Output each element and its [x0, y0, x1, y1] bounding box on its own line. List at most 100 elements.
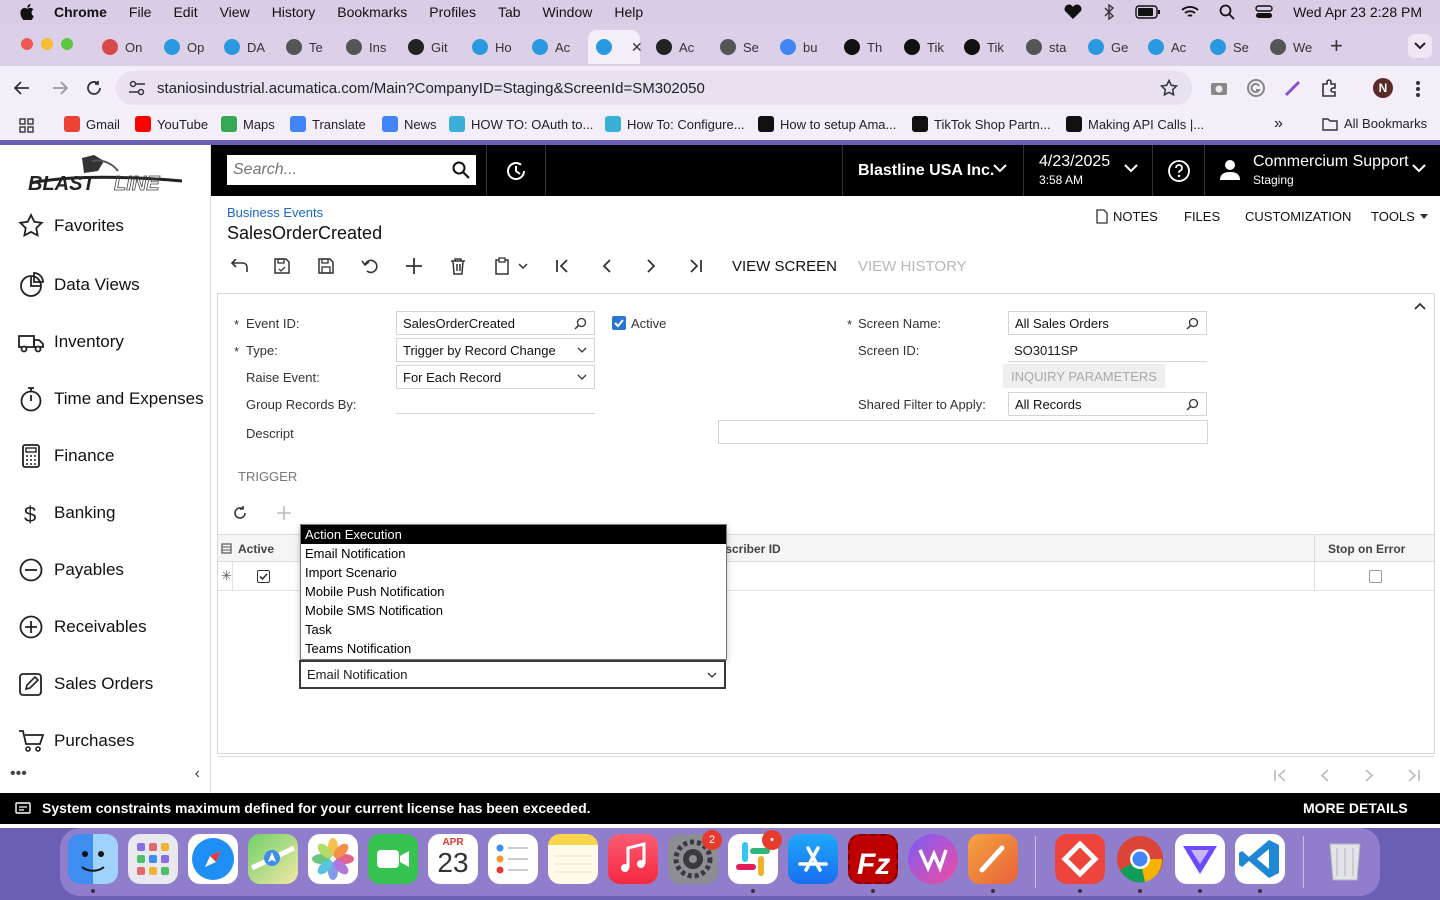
system-settings-app-icon[interactable]: 2 — [668, 830, 722, 884]
menu-edit[interactable]: Edit — [173, 4, 197, 20]
browser-tab[interactable]: DA — [216, 32, 265, 62]
menubar-clock[interactable]: Wed Apr 23 2:28 PM — [1293, 4, 1422, 20]
menu-window[interactable]: Window — [543, 4, 593, 20]
sidebar-item-inventory[interactable]: Inventory — [18, 329, 124, 355]
trash-app-icon[interactable] — [1320, 834, 1370, 884]
dd-option-mobile-push[interactable]: Mobile Push Notification — [301, 582, 726, 601]
vectornator-app-icon[interactable] — [908, 834, 958, 884]
browser-tab[interactable]: Se — [712, 32, 759, 62]
browser-tab[interactable]: Se — [1202, 32, 1249, 62]
pager-prev-icon[interactable] — [1320, 769, 1330, 782]
filezilla-app-icon[interactable]: Fz — [848, 834, 898, 884]
magnifier-icon[interactable] — [1186, 317, 1199, 330]
copy-paste-button[interactable] — [490, 254, 532, 278]
pen-extension-icon[interactable] — [1284, 79, 1302, 97]
screen-name-field[interactable]: All Sales Orders — [1008, 311, 1207, 335]
back-button[interactable] — [227, 254, 251, 278]
search-icon[interactable] — [452, 161, 470, 179]
new-tab-button[interactable]: + — [1330, 35, 1343, 57]
wifi-icon[interactable] — [1181, 5, 1199, 19]
bookmark-item[interactable]: YouTube — [135, 116, 208, 132]
facetime-app-icon[interactable] — [368, 834, 418, 884]
group-records-field[interactable] — [396, 390, 595, 414]
menu-view[interactable]: View — [220, 4, 250, 20]
magnifier-icon[interactable] — [1186, 398, 1199, 411]
photos-app-icon[interactable] — [308, 834, 358, 884]
bluetooth-icon[interactable] — [1103, 4, 1115, 20]
add-new-button[interactable] — [402, 254, 426, 278]
profile-avatar[interactable]: N — [1373, 78, 1393, 98]
search-input[interactable] — [233, 161, 443, 179]
browser-tab[interactable]: Ge — [1080, 32, 1128, 62]
puzzle-extensions-icon[interactable] — [1320, 78, 1340, 98]
apple-icon[interactable] — [18, 4, 36, 20]
menu-help[interactable]: Help — [614, 4, 643, 20]
tab-close-icon[interactable]: ✕ — [631, 39, 643, 56]
dd-option-mobile-sms[interactable]: Mobile SMS Notification — [301, 601, 726, 620]
grid-settings-icon[interactable] — [221, 543, 232, 554]
apps-grid-icon[interactable] — [19, 118, 34, 133]
browser-tab[interactable]: Te — [278, 32, 323, 62]
save-button[interactable] — [314, 254, 338, 278]
menu-tab[interactable]: Tab — [498, 4, 521, 20]
view-history-button[interactable]: VIEW HISTORY — [858, 258, 967, 275]
col-active[interactable]: Active — [238, 542, 274, 556]
tab-triggers[interactable]: TRIGGER — [238, 469, 297, 484]
company-selector[interactable]: Blastline USA Inc. — [842, 145, 1023, 196]
browser-tab[interactable]: Ho — [464, 32, 512, 62]
help-button[interactable] — [1152, 145, 1205, 196]
dd-option-action-execution[interactable]: Action Execution — [301, 525, 726, 544]
sidebar-item-data-views[interactable]: Data Views — [18, 272, 140, 298]
vscode-app-icon[interactable] — [1235, 834, 1285, 884]
all-bookmarks[interactable]: All Bookmarks — [1322, 116, 1427, 131]
menu-profiles[interactable]: Profiles — [429, 4, 476, 20]
browser-tab[interactable]: ✕ — [588, 30, 643, 64]
url-text[interactable]: staniosindustrial.acumatica.com/Main?Com… — [157, 80, 705, 97]
pager-last-icon[interactable] — [1406, 769, 1420, 782]
dd-option-task[interactable]: Task — [301, 620, 726, 639]
sidebar-item-payables[interactable]: Payables — [18, 557, 124, 583]
bookmark-item[interactable]: How To: Configure... — [605, 116, 745, 132]
site-info-icon[interactable] — [128, 80, 146, 96]
sidebar-item-finance[interactable]: Finance — [18, 443, 114, 469]
recent-history-button[interactable] — [486, 145, 546, 196]
pen-tool-app-icon[interactable] — [968, 834, 1018, 884]
subscriber-type-combobox[interactable]: Email Notification — [299, 660, 726, 689]
col-subscriber-id[interactable]: bscriber ID — [718, 542, 781, 556]
user-menu[interactable]: Commercium Support Staging — [1205, 145, 1440, 196]
reload-button[interactable] — [84, 78, 104, 98]
view-screen-button[interactable]: VIEW SCREEN — [732, 258, 837, 275]
last-record-button[interactable] — [683, 254, 707, 278]
inquiry-parameters-button[interactable]: INQUIRY PARAMETERS — [1003, 364, 1165, 388]
grammarly-extension-icon[interactable] — [1247, 79, 1265, 97]
maps-app-icon[interactable] — [248, 834, 298, 884]
safari-app-icon[interactable] — [188, 834, 238, 884]
sidebar-item-time-and-expenses[interactable]: Time and Expenses — [18, 386, 204, 412]
bookmark-star-icon[interactable] — [1160, 79, 1178, 97]
type-select[interactable]: Trigger by Record Change — [396, 338, 595, 362]
notes-link[interactable]: NOTES — [1096, 209, 1158, 224]
battery-icon[interactable] — [1135, 5, 1161, 19]
description-field[interactable] — [718, 420, 1208, 444]
calendar-app-icon[interactable]: APR 23 — [428, 834, 478, 884]
previous-record-button[interactable] — [595, 254, 619, 278]
sidebar-item-purchases[interactable]: Purchases — [18, 728, 134, 754]
bookmark-item[interactable]: Gmail — [64, 116, 120, 132]
raise-event-select[interactable]: For Each Record — [396, 365, 595, 389]
menu-history[interactable]: History — [272, 4, 316, 20]
more-bookmarks-chevron-icon[interactable]: » — [1274, 115, 1283, 133]
kebab-menu-icon[interactable] — [1415, 80, 1421, 98]
browser-tab[interactable]: Tik — [896, 32, 944, 62]
browser-tab[interactable]: Th — [836, 32, 882, 62]
address-bar[interactable]: staniosindustrial.acumatica.com/Main?Com… — [116, 71, 1192, 105]
shared-filter-field[interactable]: All Records — [1008, 392, 1207, 416]
bookmark-item[interactable]: Maps — [221, 116, 275, 132]
browser-tab[interactable]: sta — [1018, 32, 1066, 62]
stop-on-error-checkbox[interactable] — [1369, 570, 1382, 583]
bookmark-item[interactable]: How to setup Ama... — [758, 116, 896, 132]
anydesk-app-icon[interactable] — [1055, 834, 1105, 884]
bookmark-item[interactable]: TikTok Shop Partn... — [912, 116, 1051, 132]
menu-app-name[interactable]: Chrome — [54, 4, 107, 20]
browser-tab[interactable]: Ac — [1140, 32, 1186, 62]
dd-option-email-notification[interactable]: Email Notification — [301, 544, 726, 563]
